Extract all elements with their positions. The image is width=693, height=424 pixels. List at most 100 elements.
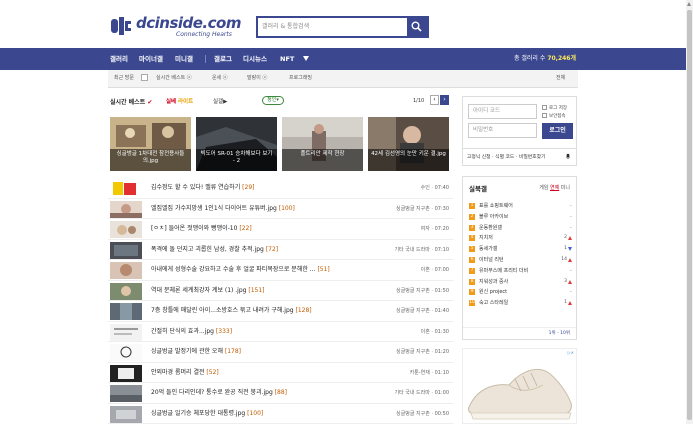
post-title: [ㅇㅊ] 들어온 젓맹이와 뻥맹이-10 [22] bbox=[151, 225, 252, 232]
bell-icon[interactable] bbox=[565, 153, 571, 159]
prev-page-button[interactable]: ‹ bbox=[430, 95, 439, 105]
recent-visits-bar: 최근 방문 실시간 베스트 ⓧ 운세 ⓧ 말랑이 ⓧ 프로그래밍 전체 bbox=[108, 70, 578, 88]
logo[interactable]: dcinside.com Connecting Hearts bbox=[110, 14, 250, 40]
ranking-item[interactable]: 5 동세가갤 1 bbox=[467, 244, 573, 255]
best-card[interactable]: 플트리안 제작 현장 bbox=[282, 117, 363, 171]
post-meta: 싱글벙글 지구촌 · 07:30 bbox=[396, 205, 449, 212]
search-box[interactable]: 갤러리 & 통합검색 bbox=[256, 16, 429, 38]
post-meta: 수인 · 07:40 bbox=[420, 185, 449, 191]
search-button[interactable] bbox=[407, 18, 427, 36]
secure-login-checkbox[interactable]: 보안접속 bbox=[542, 113, 566, 120]
list-item[interactable]: 엘집엘집 가수지망생 1인1식 다이어트 유튜버.jpg [100] 싱글벙글 … bbox=[108, 199, 453, 219]
ranking-change: 1 bbox=[564, 300, 567, 306]
ranking-gallery-name: 숙고 스타레일 bbox=[479, 300, 509, 307]
ranking-number: 4 bbox=[469, 235, 475, 242]
list-item[interactable]: 싱글벙글 발정기에 관한 오해 [178] 싱글벙글 지구촌 · 01:20 bbox=[108, 342, 453, 363]
ranking-tab-game[interactable]: 게임 bbox=[539, 185, 548, 191]
scrollbar-thumb[interactable] bbox=[687, 10, 692, 420]
nav-more-arrow-icon[interactable] bbox=[303, 56, 309, 61]
realtime-best-title-text: 실시간 베스트 bbox=[110, 99, 146, 106]
advertisement[interactable]: ▷× bbox=[462, 348, 577, 424]
header: dcinside.com Connecting Hearts 갤러리 & 통합검… bbox=[0, 0, 686, 48]
ranking-item[interactable]: 7 유마무스메 프리티 더비 – bbox=[467, 266, 573, 277]
ranking-item[interactable]: 10 숙고 스타레일 1 bbox=[467, 298, 573, 309]
list-item[interactable]: 간절히 단식의 효과...jpg [333] 이혼 · 01:30 bbox=[108, 322, 453, 342]
ranking-item[interactable]: 6 이터널 리턴 14 bbox=[467, 255, 573, 266]
page-scrollbar[interactable] bbox=[686, 0, 693, 424]
post-thumbnail bbox=[110, 405, 142, 423]
keep-login-checkbox[interactable]: 로그 저장 bbox=[542, 105, 567, 112]
search-input[interactable]: 갤러리 & 통합검색 bbox=[262, 21, 402, 33]
ranking-change: 2 bbox=[564, 235, 567, 241]
recent-all-link[interactable]: 전체 bbox=[556, 75, 565, 82]
ranking-list: 1 표를 쇼핑트웨어 –2 블루 아카이브 –3 운동환원갤 –4 지치저 2 5 동세가갤 1 6 이터… bbox=[467, 201, 573, 309]
post-meta: 이혼 · 07:00 bbox=[420, 267, 449, 273]
post-thumbnail bbox=[110, 385, 142, 402]
ranking-item[interactable]: 3 운동환원갤 – bbox=[467, 223, 573, 234]
ranking-gallery-name: 유마무스메 프리티 더비 bbox=[479, 267, 529, 274]
ranking-item[interactable]: 2 블루 아카이브 – bbox=[467, 212, 573, 223]
post-thumbnail bbox=[110, 344, 142, 361]
list-item[interactable]: 20억 들인 다리인데? 통수로 완공 직전 붕괴.jpg [88] 기타 국내… bbox=[108, 383, 453, 404]
list-item[interactable]: 역대 문체론 세계최강자 계보 (1) .jpg [151] 싱글벙글 지구촌 … bbox=[108, 281, 453, 301]
post-title: 안외마경 롬머리 결전 [52] bbox=[151, 368, 219, 376]
list-item[interactable]: 7층 창틀에 매달린 아이...소방호스 묶고 내려가 구해.jpg [128]… bbox=[108, 301, 453, 322]
realtime-best-title: 실시간 베스트 ✔ bbox=[110, 97, 152, 106]
best-card[interactable]: 42세 김선영의 눈만 키운 결.jpg bbox=[368, 117, 449, 171]
page-indicator: 1/10 bbox=[413, 98, 425, 104]
ranking-tab-mini[interactable]: 미니 bbox=[561, 185, 570, 191]
nav-mini-gallery[interactable]: 미니갤 bbox=[175, 55, 193, 63]
recent-item-realtime-best[interactable]: 실시간 베스트 ⓧ bbox=[156, 75, 192, 82]
nav-gallog[interactable]: 갤로그 bbox=[214, 55, 232, 63]
post-title: 폭격에 돌 던지고 괴롭힌 남성, 경찰 추적.jpg [72] bbox=[151, 245, 279, 253]
tab-light[interactable]: 라이트 bbox=[178, 97, 193, 105]
list-item[interactable]: 안외마경 롬머리 결전 [52] 카툰-연재 · 01:10 bbox=[108, 363, 453, 383]
ranking-number: 9 bbox=[469, 289, 475, 296]
rank-up-icon bbox=[568, 279, 572, 284]
ranking-footer[interactable]: 1위 - 10위 bbox=[463, 327, 576, 339]
ad-choices-icon[interactable]: ▷× bbox=[568, 350, 574, 355]
list-item[interactable]: 폭격에 돌 던지고 괴롭힌 남성, 경찰 추적.jpg [72] 기타 국내 드… bbox=[108, 240, 453, 260]
ranking-item[interactable]: 1 표를 쇼핑트웨어 – bbox=[467, 201, 573, 212]
recent-item-fortune[interactable]: 운세 ⓧ bbox=[212, 75, 228, 82]
best-card[interactable]: 싱글벙글 1차대전 참전용사들의.jpg bbox=[110, 117, 191, 171]
scroll-up-arrow-icon[interactable] bbox=[687, 2, 691, 6]
ranking-tab-entertainment[interactable]: 연예 bbox=[550, 185, 559, 191]
login-button[interactable]: 로그인 bbox=[542, 123, 573, 139]
id-input[interactable]: 아이디 코드 bbox=[468, 104, 537, 119]
tab-silbe[interactable]: 실베 bbox=[166, 97, 176, 105]
post-title: 김수정도 할 수 있다! 벨류 연습하기 [29] bbox=[151, 184, 255, 191]
post-title: 역대 문체론 세계최강자 계보 (1) .jpg [151] bbox=[151, 286, 265, 294]
nav-minor-gallery[interactable]: 마이너갤 bbox=[139, 55, 163, 63]
password-input[interactable]: 비밀번호 bbox=[468, 123, 537, 138]
next-page-button[interactable]: › bbox=[440, 95, 449, 105]
tab-silgal[interactable]: 실갤▶ bbox=[213, 97, 227, 105]
recent-item-programming[interactable]: 프로그래밍 bbox=[289, 75, 312, 82]
post-meta: 기타 국내 드라마 · 01:00 bbox=[394, 390, 449, 396]
ranking-item[interactable]: 9 원신 project – bbox=[467, 287, 573, 298]
nav-nft[interactable]: NFT bbox=[280, 55, 294, 63]
nav-divider bbox=[205, 55, 206, 63]
ranking-item[interactable]: 8 지워성과 중사 3 bbox=[467, 277, 573, 288]
post-thumbnail bbox=[110, 323, 142, 341]
ranking-number: 10 bbox=[469, 300, 475, 307]
post-title: 7층 창틀에 매달린 아이...소방호스 묶고 내려가 구해.jpg [128] bbox=[151, 307, 312, 314]
ranking-item[interactable]: 4 지치저 2 bbox=[467, 233, 573, 244]
recent-item-malang[interactable]: 말랑이 ⓧ bbox=[247, 75, 267, 82]
list-item[interactable]: 아내에게 성형수술 강요하고 수술 후 얼굴 파티복장으로 분해한 ... [5… bbox=[108, 260, 453, 281]
list-item[interactable]: [ㅇㅊ] 들어온 젓맹이와 뻥맹이-10 [22] 여자 · 07:20 bbox=[108, 219, 453, 240]
best-card[interactable]: 빅도어 SR-01 승차해보다 보기 - 2 bbox=[196, 117, 277, 171]
recent-dropdown-toggle[interactable] bbox=[141, 74, 148, 81]
search-icon bbox=[411, 21, 422, 32]
gallery-count-value: 70,246개 bbox=[547, 55, 576, 62]
nav-dcnews[interactable]: 디시뉴스 bbox=[243, 55, 267, 63]
list-item[interactable]: 김수정도 할 수 있다! 벨류 연습하기 [29] 수인 · 07:40 bbox=[108, 178, 453, 199]
ranking-gallery-name: 운동환원갤 bbox=[479, 224, 503, 231]
list-item[interactable]: 싱글벙글 일기승 체포당한 대통령.jpg [100] 싱글벙글 지구촌 · 0… bbox=[108, 404, 453, 424]
realtime-best-list: 김수정도 할 수 있다! 벨류 연습하기 [29] 수인 · 07:40 엘집엘… bbox=[108, 178, 453, 424]
sort-badge[interactable]: 정인▾ bbox=[262, 96, 284, 105]
nav-gallery[interactable]: 갤러리 bbox=[110, 55, 128, 63]
login-links[interactable]: 고정닉 신청 · 식별 코드 · 비밀번호찾기 bbox=[463, 148, 576, 165]
rank-up-icon bbox=[568, 257, 572, 262]
ranking-number: 5 bbox=[469, 246, 475, 253]
